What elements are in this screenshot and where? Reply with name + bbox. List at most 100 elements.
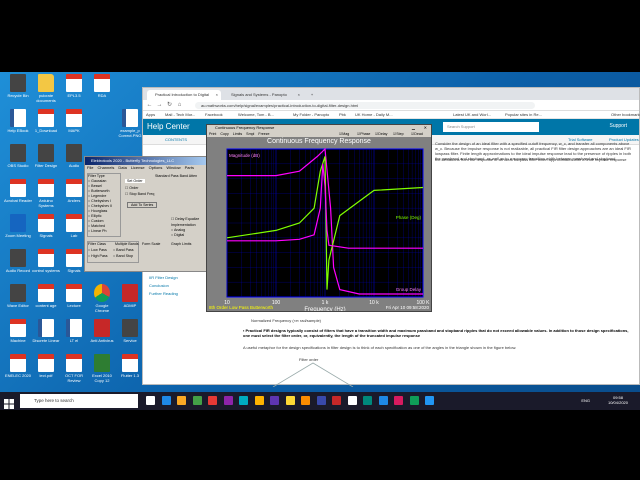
taskbar-app-icon[interactable] (161, 396, 171, 405)
menu-item[interactable]: Data (118, 165, 126, 170)
filter-option[interactable]: ○ Butterworth (88, 189, 110, 193)
taskbar-app-icon[interactable] (316, 396, 326, 405)
desktop-icon[interactable]: Google Chrome (88, 284, 116, 313)
desktop-icon[interactable]: Lecture (60, 284, 88, 308)
standard-atten-label[interactable]: Standard Pass Band Atten (155, 174, 197, 178)
filter-option[interactable]: ○ Bessel (88, 184, 102, 188)
filter-option[interactable]: ○ Band Stop (113, 254, 133, 258)
taskbar-app-icon[interactable] (223, 396, 233, 405)
desktop-icon[interactable]: 1_Download (32, 109, 60, 133)
desktop-icon[interactable]: Wave Editor (4, 284, 32, 308)
desktop-icon[interactable]: Machine (4, 319, 32, 343)
bookmark-item[interactable]: Other bookmarks (611, 111, 640, 119)
desktop-icon[interactable]: pulcrate documents (32, 74, 60, 103)
menu-item[interactable]: Channels (97, 165, 114, 170)
set-order-button[interactable]: Set Order (125, 179, 145, 183)
side-link[interactable]: Further Reading (149, 291, 178, 296)
bookmark-item[interactable]: UK Home - Daily M... (355, 111, 393, 119)
filter-option[interactable]: ○ Linear Ph (88, 229, 107, 233)
filter-option[interactable]: ○ Elliptic (88, 214, 102, 218)
filter-option[interactable]: ☐ Order (125, 186, 138, 190)
add-to-series-button[interactable]: Add To Series (127, 202, 158, 208)
menu-item[interactable]: Options (149, 165, 163, 170)
desktop-icon[interactable]: content age (32, 284, 60, 308)
desktop-icon[interactable]: ADMIP (116, 284, 144, 308)
taskbar-app-icon[interactable] (347, 396, 357, 405)
desktop-icon[interactable]: EPL3.5 (60, 74, 88, 98)
filter-option[interactable]: ○ Digital (171, 233, 184, 237)
contents-link[interactable]: CONTENTS (165, 135, 187, 145)
taskbar-app-icon[interactable] (208, 396, 217, 405)
tab-practical-intro[interactable]: Practical Introduction to Digital × (147, 90, 221, 100)
filter-option[interactable]: ○ High Pass (88, 254, 108, 258)
support-menu[interactable]: Support (609, 123, 627, 129)
side-link[interactable]: IIR Filter Design (149, 275, 178, 280)
desktop-icon[interactable]: OCT FOR Review (60, 354, 88, 383)
taskbar-app-icon[interactable] (394, 396, 403, 405)
taskbar-app-icon[interactable] (177, 396, 186, 405)
language-indicator[interactable]: ENG (581, 398, 590, 403)
desktop-icon[interactable]: ENELEC 2020 (4, 354, 32, 378)
home-icon[interactable]: ⌂ (176, 102, 183, 109)
desktop-icon[interactable]: Help EBook (4, 109, 32, 133)
toolbar-button[interactable]: Limits (233, 132, 242, 136)
filter-option[interactable]: ○ Legendre (88, 194, 106, 198)
windows-start-icon[interactable] (4, 396, 14, 409)
desktop-icon[interactable]: Zoom Meeting (4, 214, 32, 238)
new-tab-button[interactable]: + (307, 90, 317, 100)
desktop-icon[interactable]: RDA (88, 74, 116, 98)
taskbar-app-icon[interactable] (146, 396, 155, 405)
desktop-icon[interactable]: Arduino Systems (32, 179, 60, 208)
bookmark-item[interactable]: Latest UK and Worl... (453, 111, 491, 119)
menu-item[interactable]: Window (166, 165, 180, 170)
desktop-icon[interactable]: lect.pdf (32, 354, 60, 378)
filter-option[interactable]: ○ Gaussian (88, 179, 106, 183)
toolbar-button[interactable]: Copy (220, 132, 228, 136)
bookmark-item[interactable]: Pbk (339, 111, 346, 119)
bookmark-item[interactable]: My Folder - Panopto (293, 111, 329, 119)
filter-option[interactable]: ○ Chebyshev II (88, 204, 112, 208)
desktop-icon[interactable]: Anti Antivirus (88, 319, 116, 343)
forward-icon[interactable]: → (156, 102, 163, 109)
taskbar-app-icon[interactable] (192, 396, 202, 405)
desktop-icon[interactable]: MAPK (60, 109, 88, 133)
bookmark-item[interactable]: Welcome, Tom - B... (238, 111, 274, 119)
taskbar-search[interactable]: Type here to search (20, 394, 138, 408)
reload-icon[interactable]: ↻ (166, 102, 173, 109)
taskbar-app-icon[interactable] (409, 396, 419, 405)
clock[interactable]: 09:58 10/04/2020 (608, 395, 628, 405)
filter-option[interactable]: ○ Matched (88, 224, 105, 228)
filter-app-titlebar[interactable]: Elektrotools 2020 - Butterfly Technologi… (85, 157, 207, 165)
menu-item[interactable]: License (131, 165, 145, 170)
filter-option[interactable]: ☐ Stop Band Freq (125, 192, 154, 196)
bookmark-item[interactable]: Apps (146, 111, 155, 119)
taskbar-app-icon[interactable] (285, 396, 295, 405)
toolbar-button[interactable]: Freeze (258, 132, 269, 136)
filter-option[interactable]: ○ Chebyshev I (88, 199, 111, 203)
desktop-icon[interactable]: Service (116, 319, 144, 343)
desktop-icon[interactable]: Discrete Linear (32, 319, 60, 343)
taskbar-app-icon[interactable] (254, 396, 264, 405)
taskbar-app-icon[interactable] (332, 396, 341, 405)
desktop-icon[interactable]: Flutter 1.3 (116, 354, 144, 378)
menu-item[interactable]: File (87, 165, 93, 170)
filter-option[interactable]: ○ Hourglass (88, 209, 107, 213)
desktop-icon[interactable]: Acrobat Reader (4, 179, 32, 203)
filter-option[interactable]: ○ Custom (88, 219, 104, 223)
side-link[interactable]: Conclusion (149, 283, 169, 288)
taskbar-app-icon[interactable] (425, 396, 434, 405)
desktop-icon[interactable]: Filter Design (32, 144, 60, 168)
desktop-icon[interactable]: control systems (32, 249, 60, 273)
close-icon[interactable]: × (216, 90, 218, 100)
filter-option[interactable]: ○ Low Pass (88, 248, 107, 252)
support-search-input[interactable]: Search Support (443, 122, 539, 132)
desktop-icon[interactable]: Excel 2010 Copy 12 (88, 354, 116, 383)
desktop-icon[interactable]: LT el (60, 319, 88, 343)
taskbar-app-icon[interactable] (239, 396, 248, 405)
filter-option[interactable]: ○ Analog (171, 228, 185, 232)
desktop-icon[interactable]: OBS Studio (4, 144, 32, 168)
help-center-title[interactable]: Help Center (147, 122, 190, 131)
toolbar-button[interactable]: Print (209, 132, 216, 136)
desktop-icon[interactable]: example_p Correct.PNG (116, 109, 144, 138)
desktop-icon[interactable]: Audio Record (4, 249, 32, 273)
